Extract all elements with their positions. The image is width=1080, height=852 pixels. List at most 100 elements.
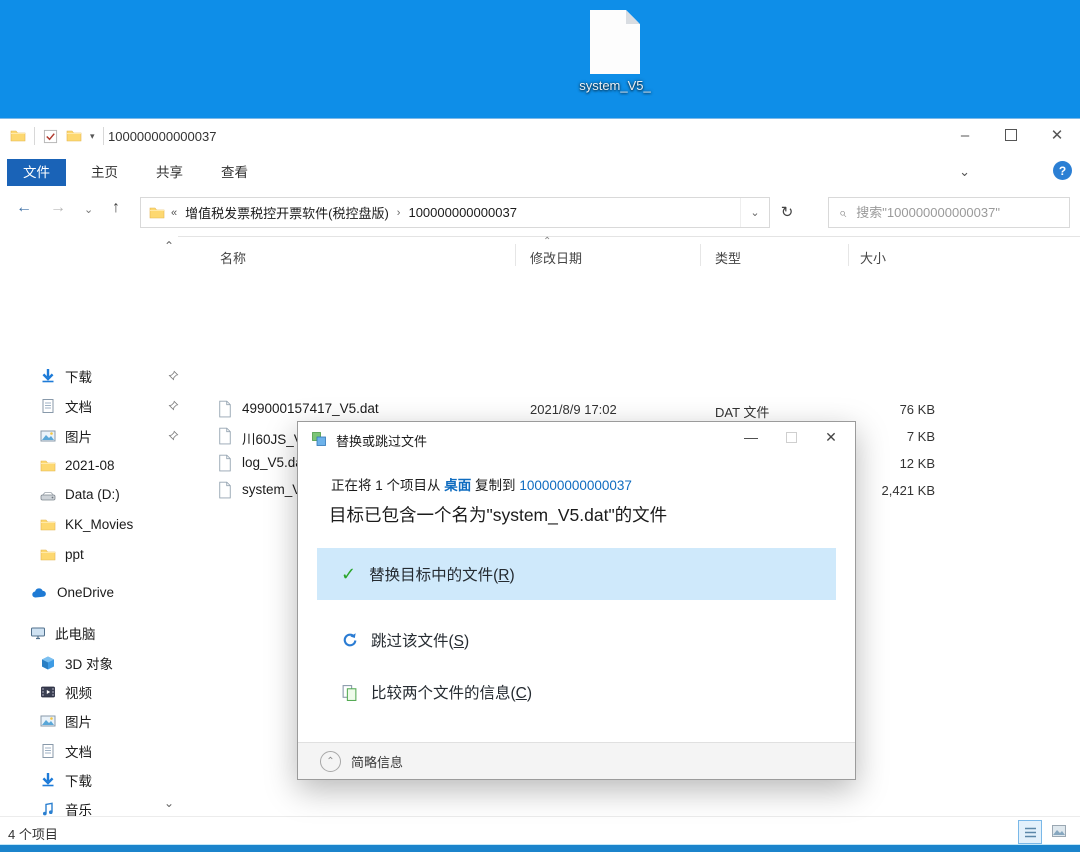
back-button[interactable]: ← xyxy=(16,199,32,217)
sidebar-item-onedrive[interactable]: OneDrive xyxy=(0,579,192,606)
copy-source-link[interactable]: 桌面 xyxy=(444,478,471,493)
maximize-button[interactable] xyxy=(988,119,1034,151)
close-button[interactable]: ✕ xyxy=(1034,119,1080,151)
sidebar-item-pictures-pinned[interactable]: 图片 xyxy=(0,422,202,449)
tab-home[interactable]: 主页 xyxy=(75,159,134,186)
folder-icon xyxy=(40,517,65,533)
sidebar-item-pictures[interactable]: 图片 xyxy=(0,707,202,734)
file-page-icon xyxy=(218,400,232,423)
sidebar-item-label: 下载 xyxy=(65,366,92,386)
folder-icon xyxy=(149,205,165,221)
file-page-icon xyxy=(218,454,232,477)
document-icon xyxy=(40,398,65,414)
address-dropdown-chevron-icon[interactable]: ⌄ xyxy=(740,198,769,227)
window-controls: – ✕ xyxy=(942,119,1080,151)
file-page-icon xyxy=(218,427,232,450)
properties-checkbox-icon[interactable] xyxy=(43,129,58,144)
new-folder-icon[interactable] xyxy=(66,128,82,144)
qat-customize-chevron-icon[interactable]: ▾ xyxy=(90,131,95,142)
dialog-close-button[interactable]: ✕ xyxy=(811,422,851,452)
dialog-footer: ⌃ 简略信息 xyxy=(298,742,855,779)
column-divider xyxy=(700,244,701,266)
sidebar-item-kk-movies[interactable]: KK_Movies xyxy=(0,511,202,538)
explorer-window: ▾ 100000000000037 – ✕ 文件 主页 共享 查看 ⌄ ? ← … xyxy=(0,118,1080,846)
item-count: 4 个项目 xyxy=(8,824,58,843)
skip-arrow-icon xyxy=(341,632,358,649)
sidebar-item-music[interactable]: 音乐 xyxy=(0,795,202,816)
option-accesskey: C xyxy=(516,685,527,702)
table-row[interactable]: 499000157417_V5.dat 2021/8/9 17:02 DAT 文… xyxy=(185,396,1065,423)
sidebar-item-downloads-pinned[interactable]: 下载 xyxy=(0,362,202,389)
details-view-button[interactable] xyxy=(1018,820,1042,844)
dialog-minimize-button[interactable]: — xyxy=(731,422,771,452)
sidebar-item-data-d-quick[interactable]: Data (D:) xyxy=(0,481,202,508)
drive-icon xyxy=(40,487,65,503)
refresh-button[interactable]: ↻ xyxy=(772,197,802,226)
conflict-message: 目标已包含一个名为"system_V5.dat"的文件 xyxy=(329,502,667,527)
sidebar-item-2021-08[interactable]: 2021-08 xyxy=(0,452,202,479)
sidebar-item-documents[interactable]: 文档 xyxy=(0,737,202,764)
sidebar-item-label: 图片 xyxy=(65,426,92,446)
sidebar-item-label: Data (D:) xyxy=(65,487,120,502)
option-label: ) xyxy=(464,633,469,650)
column-header-name[interactable]: 名称 xyxy=(220,248,246,267)
tab-share[interactable]: 共享 xyxy=(140,159,199,186)
status-bar: 4 个项目 xyxy=(0,816,1080,847)
option-compare-files[interactable]: 比较两个文件的信息(C) xyxy=(317,672,836,712)
option-replace-file[interactable]: ✓ 替换目标中的文件(R) xyxy=(317,548,836,600)
folder-icon xyxy=(40,547,65,563)
music-note-icon xyxy=(40,801,65,817)
tab-file[interactable]: 文件 xyxy=(7,159,66,186)
picture-icon xyxy=(40,713,65,729)
check-icon: ✓ xyxy=(341,564,356,585)
breadcrumb-overflow-icon[interactable]: « xyxy=(171,207,177,219)
sidebar-item-3d-objects[interactable]: 3D 对象 xyxy=(0,649,202,676)
recent-locations-chevron-icon[interactable]: ⌄ xyxy=(84,203,93,216)
sidebar-scroll-up-icon[interactable]: ⌃ xyxy=(164,239,174,253)
tab-view[interactable]: 查看 xyxy=(205,159,264,186)
option-label: ) xyxy=(527,685,532,702)
thumbnails-view-button[interactable] xyxy=(1048,820,1070,842)
sidebar-item-label: OneDrive xyxy=(57,585,114,600)
address-bar[interactable]: « 增值税发票税控开票软件(税控盘版) › 100000000000037 ⌄ xyxy=(140,197,770,228)
search-input[interactable] xyxy=(854,204,1069,221)
sidebar-item-documents-pinned[interactable]: 文档 xyxy=(0,392,202,419)
search-icon: ⌕ xyxy=(839,205,846,221)
ribbon-collapse-chevron-icon[interactable]: ⌄ xyxy=(959,164,970,180)
column-divider xyxy=(848,244,849,266)
desktop-file-system-v5[interactable]: system_V5_ xyxy=(560,10,670,93)
breadcrumb-separator: › xyxy=(397,207,401,219)
folder-icon xyxy=(10,128,26,144)
quick-access-toolbar: ▾ xyxy=(10,127,104,145)
navigation-toolbar: ← → ⌄ ↑ « 增值税发票税控开票软件(税控盘版) › 1000000000… xyxy=(0,187,1080,237)
picture-icon xyxy=(40,428,65,444)
dialog-title-bar: 替换或跳过文件 — ✕ xyxy=(298,422,855,456)
search-box[interactable]: ⌕ xyxy=(828,197,1070,228)
option-accesskey: R xyxy=(498,567,509,584)
column-header-size[interactable]: 大小 xyxy=(860,248,886,267)
up-button[interactable]: ↑ xyxy=(112,199,120,217)
collapse-details-chevron-icon[interactable]: ⌃ xyxy=(320,751,341,772)
help-icon[interactable]: ? xyxy=(1053,161,1072,180)
column-header-date[interactable]: 修改日期 xyxy=(530,248,582,267)
minimize-button[interactable]: – xyxy=(942,119,988,151)
document-icon xyxy=(40,743,65,759)
3d-cube-icon xyxy=(40,655,65,671)
sidebar-item-label: 下载 xyxy=(65,770,92,790)
title-bar: ▾ 100000000000037 – ✕ xyxy=(0,119,1080,156)
option-label: ) xyxy=(509,567,514,584)
sidebar-item-downloads[interactable]: 下载 xyxy=(0,766,202,793)
forward-button[interactable]: → xyxy=(50,199,66,217)
sidebar-item-this-pc[interactable]: 此电脑 xyxy=(0,619,192,646)
video-icon xyxy=(40,684,65,700)
breadcrumb-root[interactable]: 增值税发票税控开票软件(税控盘版) xyxy=(185,203,389,222)
sidebar-item-label: 文档 xyxy=(65,741,92,761)
sidebar-item-videos[interactable]: 视频 xyxy=(0,678,202,705)
column-header-type[interactable]: 类型 xyxy=(715,248,741,267)
fewer-details-toggle[interactable]: 简略信息 xyxy=(351,752,403,771)
copy-line-prefix: 正在将 1 个项目从 xyxy=(331,478,441,493)
copy-target-link[interactable]: 100000000000037 xyxy=(519,478,632,493)
sidebar-item-ppt[interactable]: ppt xyxy=(0,541,202,568)
breadcrumb-current[interactable]: 100000000000037 xyxy=(408,205,516,220)
option-skip-file[interactable]: 跳过该文件(S) xyxy=(317,620,836,660)
